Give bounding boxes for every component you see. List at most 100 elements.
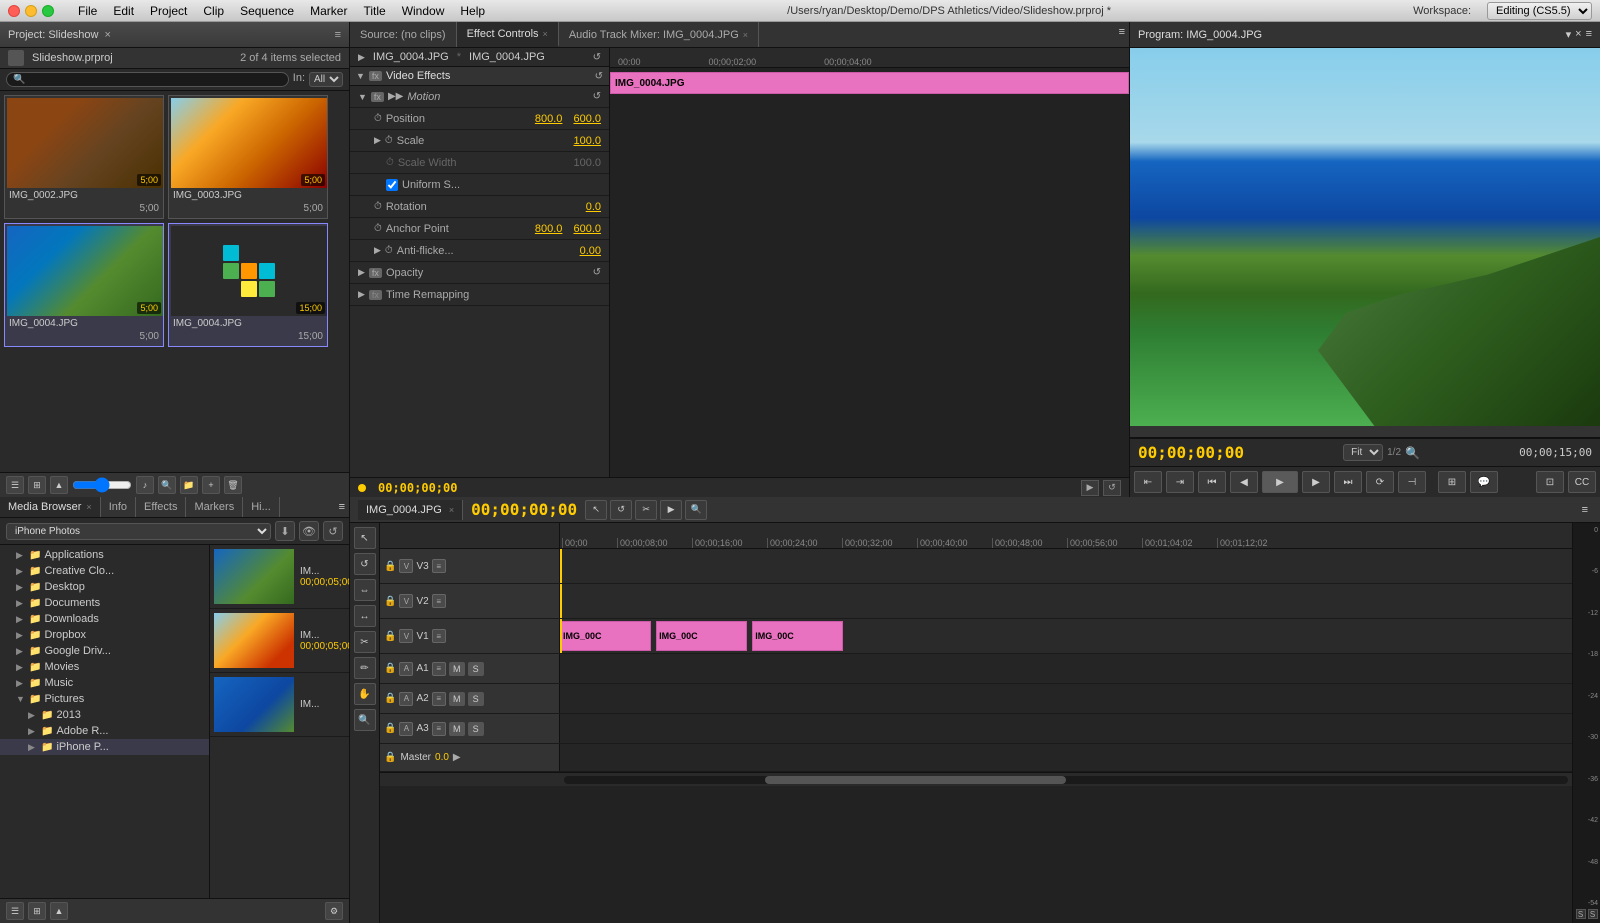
menu-item-marker[interactable]: Marker bbox=[310, 4, 347, 18]
footer-settings-btn[interactable]: ⚙ bbox=[325, 902, 343, 920]
tc-play-btn[interactable]: ▶ bbox=[1081, 480, 1099, 496]
tab-media-browser[interactable]: Media Browser × bbox=[0, 497, 101, 517]
expand-arrow-icon[interactable]: ▶ bbox=[374, 135, 381, 146]
tab-info[interactable]: Info bbox=[101, 497, 136, 517]
solo-btn-a2[interactable]: S bbox=[468, 692, 484, 706]
track-toggle-a2[interactable]: A bbox=[399, 692, 413, 706]
media-preview-item[interactable]: IM... 00;00;05;00 bbox=[210, 545, 349, 609]
vu-s-btn-2[interactable]: S bbox=[1588, 909, 1598, 919]
tree-item-applications[interactable]: ▶ 📁 Applications bbox=[0, 547, 209, 563]
stopwatch-icon[interactable]: ⏱ bbox=[385, 135, 393, 146]
lock-icon[interactable]: 🔒 bbox=[384, 596, 396, 607]
menu-item-sequence[interactable]: Sequence bbox=[240, 4, 294, 18]
track-clips-v1[interactable]: IMG_00C IMG_00C IMG_00C bbox=[560, 619, 1572, 653]
lock-icon[interactable]: 🔒 bbox=[384, 631, 396, 642]
icon-view-small-btn[interactable]: ⊞ bbox=[28, 902, 46, 920]
play-fwd-btn[interactable]: ▶ bbox=[1302, 471, 1330, 493]
go-out-btn[interactable]: ⇥ bbox=[1166, 471, 1194, 493]
track-output-a3[interactable]: ≡ bbox=[432, 722, 446, 736]
video-clip-3[interactable]: IMG_00C bbox=[752, 621, 843, 651]
monitor-close-btn[interactable]: × bbox=[1575, 28, 1581, 41]
tab-close-icon[interactable]: × bbox=[86, 502, 91, 512]
search-in-select[interactable]: All bbox=[309, 72, 343, 87]
zoom-select[interactable]: Fit bbox=[1343, 444, 1383, 461]
scrollbar-track[interactable] bbox=[564, 776, 1568, 784]
zoom-in-btn[interactable]: 🔍 bbox=[685, 500, 707, 520]
uniform-checkbox[interactable] bbox=[386, 179, 398, 191]
new-item-btn[interactable]: + bbox=[202, 476, 220, 494]
lock-icon[interactable]: 🔒 bbox=[384, 663, 396, 674]
expand-btn[interactable]: ⇔ bbox=[354, 579, 376, 601]
footer-up-btn[interactable]: ▲ bbox=[50, 902, 68, 920]
project-panel-menu[interactable]: ≡ bbox=[335, 29, 341, 41]
track-clips-a2[interactable] bbox=[560, 684, 1572, 713]
tree-item-adober[interactable]: ▶ 📁 Adobe R... bbox=[0, 723, 209, 739]
export-btn[interactable]: ⊞ bbox=[1438, 471, 1466, 493]
position-y-value[interactable]: 600.0 bbox=[573, 113, 601, 125]
ripple-edit-btn[interactable]: ↺ bbox=[354, 553, 376, 575]
master-clips-area[interactable] bbox=[560, 744, 1572, 771]
icon-view-btn[interactable]: ⊞ bbox=[28, 476, 46, 494]
expand-arrow-icon[interactable]: ▶ bbox=[358, 289, 365, 300]
menu-item-file[interactable]: File bbox=[78, 4, 97, 18]
tc-loop-btn[interactable]: ↺ bbox=[1103, 480, 1121, 496]
stopwatch-icon[interactable]: ⏱ bbox=[385, 245, 393, 256]
project-item[interactable]: 5;00 IMG_0002.JPG 5;00 bbox=[4, 95, 164, 219]
track-toggle-v3[interactable]: V bbox=[399, 559, 413, 573]
insert-btn[interactable]: ⊣ bbox=[1398, 471, 1426, 493]
play-btn[interactable]: ▶ bbox=[1262, 471, 1298, 493]
tab-close-icon[interactable]: × bbox=[543, 29, 548, 39]
tab-close-icon[interactable]: × bbox=[743, 30, 748, 40]
menu-items[interactable]: File Edit Project Clip Sequence Marker T… bbox=[78, 4, 485, 18]
tab-effects[interactable]: Effects bbox=[136, 497, 186, 517]
zoom-slider[interactable] bbox=[72, 477, 132, 493]
slide-btn[interactable]: ↔ bbox=[354, 605, 376, 627]
video-clip-2[interactable]: IMG_00C bbox=[656, 621, 747, 651]
opacity-reset-btn[interactable]: ↺ bbox=[593, 267, 601, 278]
effect-reset-btn[interactable]: ↺ bbox=[595, 71, 603, 82]
video-effects-header[interactable]: ▼ fx Video Effects ↺ bbox=[350, 67, 609, 86]
tree-item-pictures[interactable]: ▼ 📁 Pictures bbox=[0, 691, 209, 707]
timeline-tab[interactable]: IMG_0004.JPG × bbox=[358, 500, 463, 520]
mute-btn-a2[interactable]: M bbox=[449, 692, 465, 706]
clip-timeline-bar[interactable]: IMG_0004.JPG bbox=[610, 72, 1129, 94]
track-output-a1[interactable]: ≡ bbox=[432, 662, 446, 676]
menu-item-edit[interactable]: Edit bbox=[113, 4, 134, 18]
track-toggle-a3[interactable]: A bbox=[399, 722, 413, 736]
menu-item-title[interactable]: Title bbox=[363, 4, 385, 18]
stopwatch-icon[interactable]: ⏱ bbox=[374, 113, 382, 124]
tab-close-icon[interactable]: × bbox=[449, 505, 454, 515]
monitor-menu-btn[interactable]: ≡ bbox=[1586, 28, 1592, 41]
tree-item-documents[interactable]: ▶ 📁 Documents bbox=[0, 595, 209, 611]
tab-mixer[interactable]: Audio Track Mixer: IMG_0004.JPG × bbox=[559, 22, 759, 47]
media-preview-item[interactable]: IM... bbox=[210, 673, 349, 737]
track-toggle-v1[interactable]: V bbox=[399, 629, 413, 643]
stopwatch-icon[interactable]: ⏱ bbox=[374, 201, 382, 212]
list-view-small-btn[interactable]: ☰ bbox=[6, 902, 24, 920]
stopwatch-icon[interactable]: ⏱ bbox=[374, 223, 382, 234]
captions-btn[interactable]: CC bbox=[1568, 471, 1596, 493]
safe-area-btn[interactable]: ⊡ bbox=[1536, 471, 1564, 493]
mute-btn-a1[interactable]: M bbox=[449, 662, 465, 676]
clip-reset-btn[interactable]: ↺ bbox=[593, 52, 601, 63]
project-item[interactable]: 5;00 IMG_0004.JPG 5;00 bbox=[4, 223, 164, 347]
opacity-row[interactable]: ▶ fx Opacity ↺ bbox=[350, 262, 609, 284]
monitor-dropdown-btn[interactable]: ▾ bbox=[1566, 28, 1572, 41]
track-select-btn[interactable]: ▶ bbox=[660, 500, 682, 520]
delete-btn[interactable]: 🗑 bbox=[224, 476, 242, 494]
tree-item-movies[interactable]: ▶ 📁 Movies bbox=[0, 659, 209, 675]
media-preview-item[interactable]: IM... 00;00;05;00 bbox=[210, 609, 349, 673]
pen-btn[interactable]: ✏ bbox=[354, 657, 376, 679]
step-fwd-btn[interactable]: ⏭ bbox=[1334, 471, 1362, 493]
window-controls[interactable] bbox=[8, 5, 54, 17]
motion-reset-btn[interactable]: ↺ bbox=[593, 91, 601, 102]
timeline-timecode[interactable]: 00;00;00;00 bbox=[471, 500, 577, 519]
menu-item-clip[interactable]: Clip bbox=[203, 4, 224, 18]
project-item[interactable]: 5;00 IMG_0003.JPG 5;00 bbox=[168, 95, 328, 219]
vu-s-btn-1[interactable]: S bbox=[1576, 909, 1586, 919]
time-remap-row[interactable]: ▶ fx Time Remapping bbox=[350, 284, 609, 306]
tree-item-googledrive[interactable]: ▶ 📁 Google Driv... bbox=[0, 643, 209, 659]
tree-item-music[interactable]: ▶ 📁 Music bbox=[0, 675, 209, 691]
maximize-window-btn[interactable] bbox=[42, 5, 54, 17]
anchor-y-value[interactable]: 600.0 bbox=[573, 223, 601, 235]
